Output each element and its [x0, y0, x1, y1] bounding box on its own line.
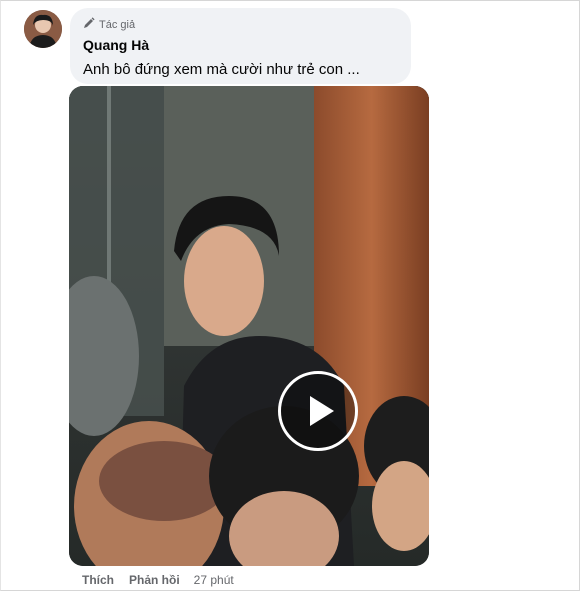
comment-timestamp[interactable]: 27 phút	[194, 573, 234, 587]
badge-label: Tác giả	[99, 18, 136, 31]
play-icon	[310, 396, 334, 426]
reply-button[interactable]: Phản hồi	[129, 573, 180, 587]
author-badge: Tác giả	[83, 17, 135, 32]
pencil-icon	[83, 17, 95, 32]
comment-bubble: Tác giả Quang Hà Anh bô đứng xem mà cười…	[70, 8, 411, 84]
comment-text: Anh bô đứng xem mà cười như trẻ con ...	[83, 61, 360, 78]
author-avatar[interactable]	[24, 10, 62, 48]
video-thumbnail[interactable]	[69, 86, 429, 566]
play-button[interactable]	[278, 371, 358, 451]
author-name[interactable]: Quang Hà	[83, 37, 149, 53]
comment-actions: Thích Phản hồi 27 phút	[82, 573, 234, 587]
like-button[interactable]: Thích	[82, 573, 114, 587]
